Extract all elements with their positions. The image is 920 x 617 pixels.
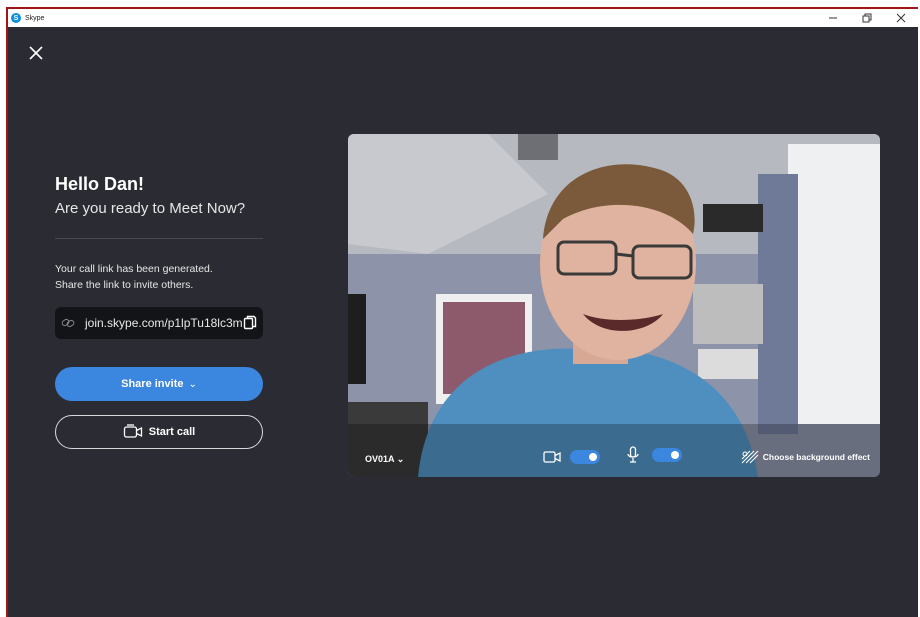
close-icon <box>896 13 906 23</box>
share-invite-label: Share invite <box>121 378 184 390</box>
start-call-button[interactable]: Start call <box>55 415 263 449</box>
camera-feed <box>348 134 880 477</box>
video-camera-icon <box>543 451 561 463</box>
link-icon <box>61 318 75 328</box>
window-close-button[interactable] <box>884 9 918 27</box>
chevron-down-icon: ⌄ <box>188 378 197 390</box>
camera-control <box>543 450 600 464</box>
skype-logo-icon: S <box>11 13 21 23</box>
app-title: Skype <box>25 14 45 22</box>
camera-device-select[interactable]: OV01A ⌄ <box>365 454 404 465</box>
minimize-icon <box>829 17 837 19</box>
restore-icon <box>862 13 872 23</box>
link-message-line1: Your call link has been generated. <box>55 263 213 275</box>
link-message: Your call link has been generated. Share… <box>55 261 275 293</box>
background-effect-button[interactable]: Choose background effect <box>741 450 870 464</box>
skype-window: S Skype Hello Dan! Are you ready to Meet… <box>6 7 918 617</box>
greeting-title: Hello Dan! <box>55 174 145 194</box>
video-controls-bar: OV01A ⌄ Choose background effect <box>348 431 880 477</box>
title-bar: S Skype <box>8 9 918 27</box>
microphone-control <box>626 446 682 464</box>
call-link-url[interactable]: join.skype.com/p1lpTu18lc3m <box>85 316 243 330</box>
background-effect-label: Choose background effect <box>762 452 870 462</box>
copy-icon[interactable] <box>243 315 257 331</box>
start-call-label: Start call <box>148 426 196 438</box>
restore-button[interactable] <box>850 9 884 27</box>
divider <box>55 238 263 239</box>
video-preview: OV01A ⌄ Choose background effect <box>348 134 880 477</box>
camera-toggle[interactable] <box>570 450 600 464</box>
microphone-toggle[interactable] <box>652 448 682 462</box>
camera-device-name: OV01A <box>365 454 395 464</box>
share-invite-button[interactable]: Share invite ⌄ <box>55 367 263 401</box>
background-effect-icon <box>741 450 759 464</box>
link-message-line2: Share the link to invite others. <box>55 279 194 291</box>
microphone-icon <box>627 446 639 463</box>
video-camera-icon <box>123 424 142 438</box>
call-link-box[interactable]: join.skype.com/p1lpTu18lc3m <box>55 307 263 339</box>
window-controls <box>816 9 918 27</box>
minimize-button[interactable] <box>816 9 850 27</box>
close-icon[interactable] <box>28 45 44 61</box>
chevron-down-icon: ⌄ <box>396 454 405 464</box>
greeting-subtitle: Are you ready to Meet Now? <box>55 200 246 217</box>
